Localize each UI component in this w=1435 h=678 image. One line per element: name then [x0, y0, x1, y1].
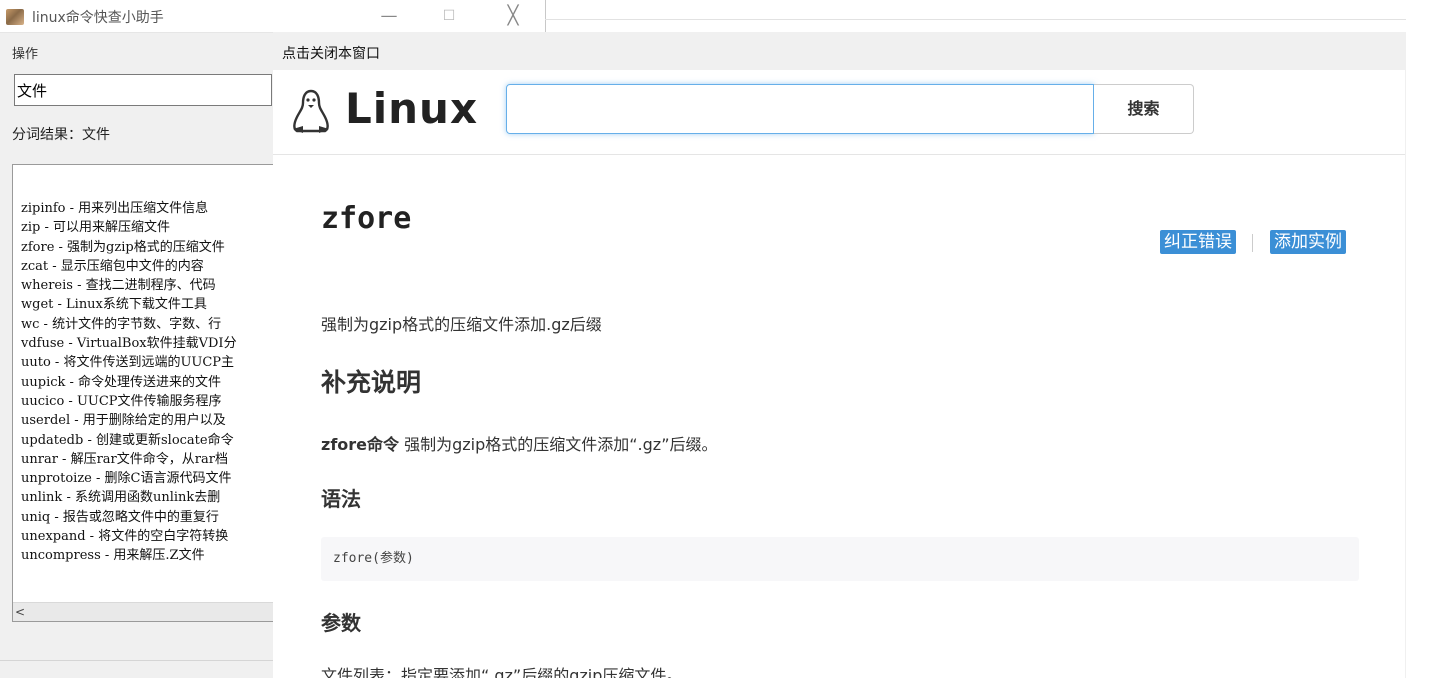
- command-list-item[interactable]: uniq - 报告或忽略文件中的重复行: [21, 508, 237, 527]
- command-list-item[interactable]: unexpand - 将文件的空白字符转换: [21, 527, 237, 546]
- command-list-item[interactable]: updatedb - 创建或更新slocate命令: [21, 431, 237, 450]
- supplement-text: zfore命令 强制为gzip格式的压缩文件添加“.gz”后缀。: [321, 431, 717, 455]
- horizontal-scrollbar[interactable]: <: [13, 602, 275, 621]
- section-heading-params: 参数: [321, 611, 361, 635]
- keyword-input[interactable]: [14, 74, 272, 106]
- supplement-body: 强制为gzip格式的压缩文件添加“.gz”后缀。: [399, 435, 718, 454]
- command-list-item[interactable]: zipinfo - 用来列出压缩文件信息: [21, 199, 237, 218]
- correct-error-button[interactable]: 纠正错误: [1160, 230, 1236, 254]
- command-list-item[interactable]: wc - 统计文件的字节数、字数、行: [21, 315, 237, 334]
- command-title: zfore: [321, 201, 412, 236]
- tux-logo-icon: [293, 89, 329, 133]
- command-list-item[interactable]: zip - 可以用来解压缩文件: [21, 218, 237, 237]
- section-heading-syntax: 语法: [321, 487, 361, 511]
- command-content: zfore 纠正错误 添加实例 强制为gzip格式的压缩文件添加.gz后缀 补充…: [273, 155, 1406, 678]
- command-list-box[interactable]: zipinfo - 用来列出压缩文件信息 zip - 可以用来解压缩文件 zfore…: [12, 164, 276, 622]
- window-title: linux命令快查小助手: [32, 10, 164, 26]
- menu-operate[interactable]: 操作: [12, 43, 38, 62]
- command-list-item[interactable]: vdfuse - VirtualBox软件挂载VDI分: [21, 334, 237, 353]
- params-text: 文件列表：指定要添加“.gz”后缀的gzip压缩文件。: [321, 666, 683, 678]
- close-window-link[interactable]: 点击关闭本窗口: [282, 43, 380, 63]
- command-list-item[interactable]: whereis - 查找二进制程序、代码: [21, 276, 237, 295]
- close-button[interactable]: ╳: [490, 4, 536, 28]
- command-list-item[interactable]: uupick - 命令处理传送进来的文件: [21, 373, 237, 392]
- vertical-scrollbar[interactable]: ^: [1405, 70, 1406, 678]
- command-list-item[interactable]: userdel - 用于删除给定的用户以及: [21, 411, 237, 430]
- command-list-item[interactable]: unrar - 解压rar文件命令，从rar档: [21, 450, 237, 469]
- scroll-left-arrow-icon[interactable]: <: [15, 603, 25, 621]
- command-list-item[interactable]: wget - Linux系统下载文件工具: [21, 295, 237, 314]
- maximize-button[interactable]: ☐: [426, 4, 472, 28]
- add-example-button[interactable]: 添加实例: [1270, 230, 1346, 254]
- minimize-button[interactable]: —: [366, 4, 412, 28]
- popup-bar: 点击关闭本窗口: [273, 32, 1406, 70]
- command-list-item[interactable]: zfore - 强制为gzip格式的压缩文件: [21, 238, 237, 257]
- command-list-item[interactable]: uucico - UUCP文件传输服务程序: [21, 392, 237, 411]
- command-list-item[interactable]: uuto - 将文件传送到远端的UUCP主: [21, 353, 237, 372]
- section-heading-supplement: 补充说明: [321, 368, 422, 397]
- site-logo-text[interactable]: Linux: [345, 84, 478, 133]
- command-list[interactable]: zipinfo - 用来列出压缩文件信息 zip - 可以用来解压缩文件 zfore…: [21, 199, 237, 566]
- command-list-item[interactable]: zcat - 显示压缩包中文件的内容: [21, 257, 237, 276]
- segment-result-label: 分词结果：文件: [12, 127, 110, 143]
- command-list-item[interactable]: unlink - 系统调用函数unlink去删: [21, 488, 237, 507]
- search-input[interactable]: [506, 84, 1094, 134]
- command-description: 强制为gzip格式的压缩文件添加.gz后缀: [321, 315, 602, 334]
- search-button[interactable]: 搜索: [1094, 84, 1194, 134]
- divider: [545, 19, 1435, 20]
- site-header: Linux 搜索: [273, 70, 1406, 155]
- command-list-item[interactable]: unprotoize - 删除C语言源代码文件: [21, 469, 237, 488]
- app-icon: [6, 9, 24, 25]
- command-detail-popup: 点击关闭本窗口 Linux 搜索 zfore 纠正错误 添加实例 强制为gzip…: [273, 32, 1406, 678]
- command-list-item[interactable]: uncompress - 用来解压.Z文件: [21, 546, 237, 565]
- divider: [1252, 234, 1253, 252]
- supplement-command: zfore命令: [321, 435, 400, 454]
- helper-titlebar[interactable]: linux命令快查小助手 — ☐ ╳: [0, 0, 545, 33]
- background-strip: [1406, 0, 1435, 678]
- syntax-code-block: zfore(参数): [321, 537, 1359, 581]
